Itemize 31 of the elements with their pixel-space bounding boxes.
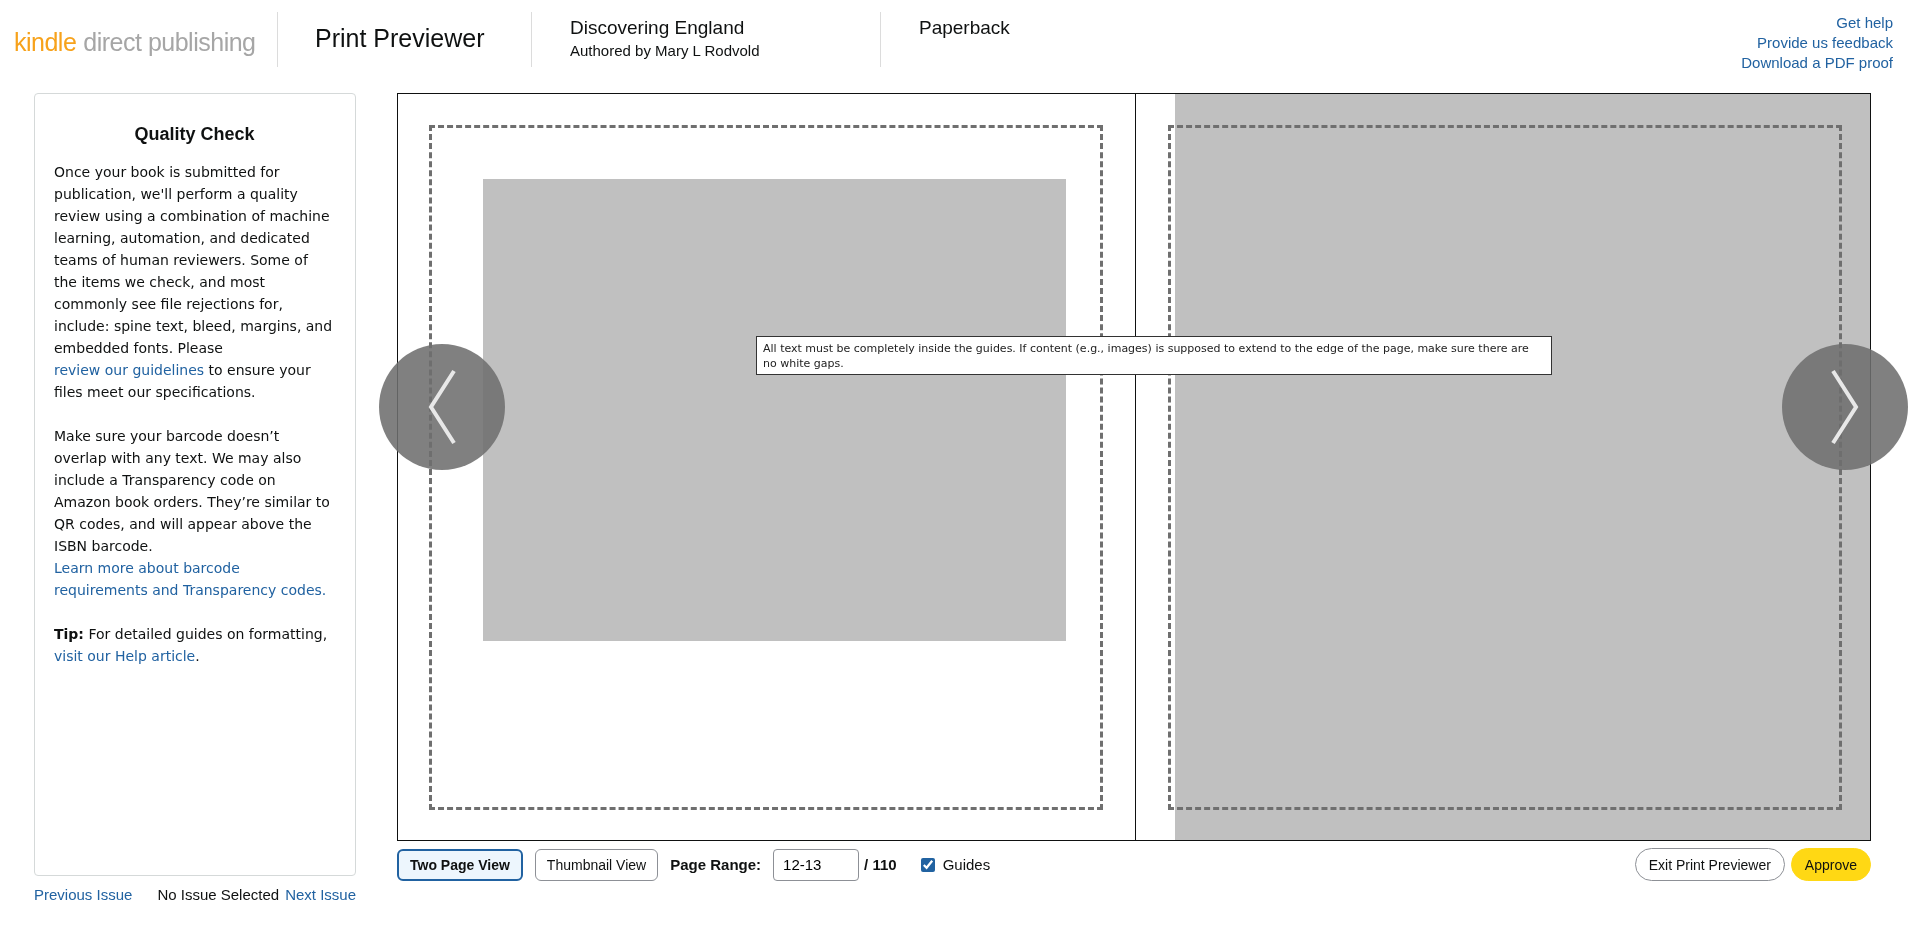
issue-status: No Issue Selected [157,886,280,903]
next-issue-link[interactable]: Next Issue [285,886,356,903]
view-tab[interactable]: Two Page View [397,848,523,881]
inline-link[interactable]: visit our Help article [54,645,196,667]
book-title: Discovering England [570,17,746,39]
previous-issue-link[interactable]: Previous Issue [34,886,133,903]
header-link[interactable]: Download a PDF proof [1741,54,1893,71]
paragraph: Once your book is submitted for publication, we'll perform a quality review using a combination of machine learning, automation, and dedicated teams of human reviewers. Some of the items we check, and most commonly see file rejections for, include: spine text, bleed, margins, and embedded fonts. Please review our guidelines to ensure your files meet our specifications. [54,163,334,402]
page-total: / 110 [864,856,897,873]
guides-label: Guides [942,856,991,873]
book-format: Paperback [918,16,1010,39]
view-tab[interactable]: Thumbnail View [534,848,659,881]
logo-text: kindle [14,28,77,57]
guides-checkbox[interactable] [920,857,935,872]
book-author: Authored by Mary L Rodvold [570,42,761,59]
inline-link[interactable]: Learn more about barcode requirements and Transparency codes. [54,557,335,601]
chevron-left-icon [427,369,457,445]
page-range-field[interactable]: 12-13 [773,848,860,881]
page-range-label: Page Range: [670,856,762,873]
paragraph: Tip: For detailed guides on formatting, visit our Help article. [54,623,335,667]
tooltip: All text must be completely inside the guides. If content (e.g., images) is supposed to extend to the edge of the page, make sure there are no white gaps. [756,336,1552,375]
header-link[interactable]: Provide us feedback [1757,34,1893,51]
chevron-right-icon [1830,369,1860,445]
app-title: Print Previewer [314,23,486,53]
approve-button[interactable]: Approve [1790,848,1871,881]
header-link[interactable]: Get help [1836,14,1893,31]
exit-button[interactable]: Exit Print Previewer [1634,848,1785,881]
paragraph: Make sure your barcode doesn’t overlap with any text. We may also include a Transparency code on Amazon book orders. They’re similar to QR codes, and will appear above the ISBN barcode. Learn more about barcode requirements and Transparency codes. [54,425,335,601]
logo-text: direct publishing [83,28,256,57]
inline-link[interactable]: review our guidelines [54,359,205,381]
card-title: Quality Check [133,124,256,145]
